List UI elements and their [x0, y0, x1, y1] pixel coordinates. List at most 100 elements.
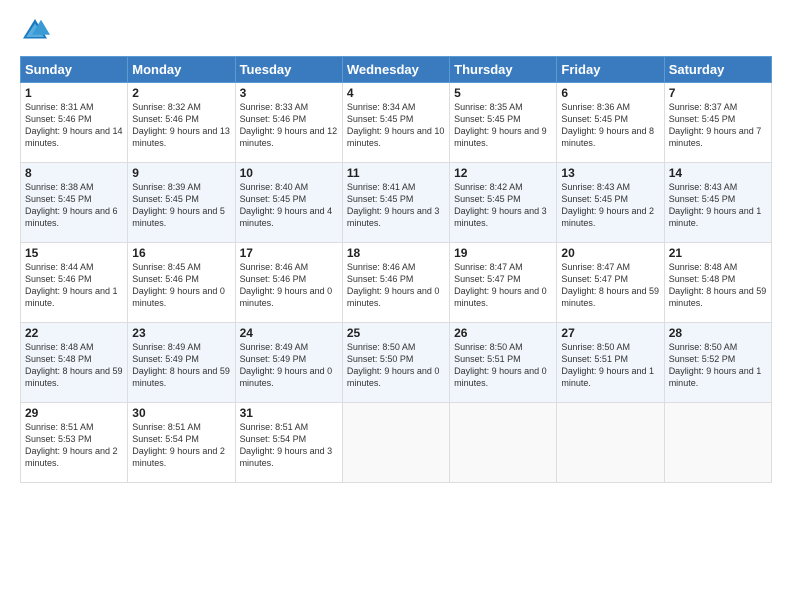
- day-number: 2: [132, 86, 230, 100]
- cell-info: Sunrise: 8:48 AMSunset: 5:48 PMDaylight:…: [25, 342, 123, 388]
- day-number: 17: [240, 246, 338, 260]
- day-number: 21: [669, 246, 767, 260]
- calendar-cell: 19 Sunrise: 8:47 AMSunset: 5:47 PMDaylig…: [450, 243, 557, 323]
- cell-info: Sunrise: 8:43 AMSunset: 5:45 PMDaylight:…: [561, 182, 654, 228]
- calendar-cell: 23 Sunrise: 8:49 AMSunset: 5:49 PMDaylig…: [128, 323, 235, 403]
- day-number: 24: [240, 326, 338, 340]
- day-header-saturday: Saturday: [664, 57, 771, 83]
- calendar-cell: 17 Sunrise: 8:46 AMSunset: 5:46 PMDaylig…: [235, 243, 342, 323]
- cell-info: Sunrise: 8:51 AMSunset: 5:54 PMDaylight:…: [132, 422, 225, 468]
- calendar-cell: 22 Sunrise: 8:48 AMSunset: 5:48 PMDaylig…: [21, 323, 128, 403]
- day-number: 5: [454, 86, 552, 100]
- cell-info: Sunrise: 8:51 AMSunset: 5:53 PMDaylight:…: [25, 422, 118, 468]
- day-number: 4: [347, 86, 445, 100]
- cell-info: Sunrise: 8:35 AMSunset: 5:45 PMDaylight:…: [454, 102, 547, 148]
- day-number: 29: [25, 406, 123, 420]
- cell-info: Sunrise: 8:51 AMSunset: 5:54 PMDaylight:…: [240, 422, 333, 468]
- day-number: 30: [132, 406, 230, 420]
- day-header-tuesday: Tuesday: [235, 57, 342, 83]
- calendar-cell: 8 Sunrise: 8:38 AMSunset: 5:45 PMDayligh…: [21, 163, 128, 243]
- day-number: 8: [25, 166, 123, 180]
- calendar-cell: [450, 403, 557, 483]
- calendar-cell: 24 Sunrise: 8:49 AMSunset: 5:49 PMDaylig…: [235, 323, 342, 403]
- logo-icon: [20, 16, 50, 46]
- cell-info: Sunrise: 8:48 AMSunset: 5:48 PMDaylight:…: [669, 262, 767, 308]
- calendar-cell: 29 Sunrise: 8:51 AMSunset: 5:53 PMDaylig…: [21, 403, 128, 483]
- cell-info: Sunrise: 8:49 AMSunset: 5:49 PMDaylight:…: [132, 342, 230, 388]
- calendar-cell: 3 Sunrise: 8:33 AMSunset: 5:46 PMDayligh…: [235, 83, 342, 163]
- cell-info: Sunrise: 8:46 AMSunset: 5:46 PMDaylight:…: [347, 262, 440, 308]
- header-row: SundayMondayTuesdayWednesdayThursdayFrid…: [21, 57, 772, 83]
- cell-info: Sunrise: 8:32 AMSunset: 5:46 PMDaylight:…: [132, 102, 230, 148]
- calendar-cell: [664, 403, 771, 483]
- cell-info: Sunrise: 8:40 AMSunset: 5:45 PMDaylight:…: [240, 182, 333, 228]
- calendar-cell: 13 Sunrise: 8:43 AMSunset: 5:45 PMDaylig…: [557, 163, 664, 243]
- day-number: 22: [25, 326, 123, 340]
- page: SundayMondayTuesdayWednesdayThursdayFrid…: [0, 0, 792, 495]
- calendar-week-row: 22 Sunrise: 8:48 AMSunset: 5:48 PMDaylig…: [21, 323, 772, 403]
- header: [20, 16, 772, 46]
- cell-info: Sunrise: 8:38 AMSunset: 5:45 PMDaylight:…: [25, 182, 118, 228]
- day-header-sunday: Sunday: [21, 57, 128, 83]
- day-number: 13: [561, 166, 659, 180]
- cell-info: Sunrise: 8:46 AMSunset: 5:46 PMDaylight:…: [240, 262, 333, 308]
- cell-info: Sunrise: 8:33 AMSunset: 5:46 PMDaylight:…: [240, 102, 338, 148]
- cell-info: Sunrise: 8:36 AMSunset: 5:45 PMDaylight:…: [561, 102, 654, 148]
- calendar-cell: 27 Sunrise: 8:50 AMSunset: 5:51 PMDaylig…: [557, 323, 664, 403]
- day-number: 6: [561, 86, 659, 100]
- cell-info: Sunrise: 8:45 AMSunset: 5:46 PMDaylight:…: [132, 262, 225, 308]
- day-header-monday: Monday: [128, 57, 235, 83]
- day-number: 27: [561, 326, 659, 340]
- day-number: 31: [240, 406, 338, 420]
- calendar-cell: 18 Sunrise: 8:46 AMSunset: 5:46 PMDaylig…: [342, 243, 449, 323]
- calendar-cell: 12 Sunrise: 8:42 AMSunset: 5:45 PMDaylig…: [450, 163, 557, 243]
- cell-info: Sunrise: 8:50 AMSunset: 5:50 PMDaylight:…: [347, 342, 440, 388]
- calendar-week-row: 15 Sunrise: 8:44 AMSunset: 5:46 PMDaylig…: [21, 243, 772, 323]
- cell-info: Sunrise: 8:50 AMSunset: 5:51 PMDaylight:…: [454, 342, 547, 388]
- calendar-cell: 6 Sunrise: 8:36 AMSunset: 5:45 PMDayligh…: [557, 83, 664, 163]
- day-number: 26: [454, 326, 552, 340]
- calendar-cell: 15 Sunrise: 8:44 AMSunset: 5:46 PMDaylig…: [21, 243, 128, 323]
- calendar-cell: 21 Sunrise: 8:48 AMSunset: 5:48 PMDaylig…: [664, 243, 771, 323]
- day-number: 3: [240, 86, 338, 100]
- calendar-week-row: 29 Sunrise: 8:51 AMSunset: 5:53 PMDaylig…: [21, 403, 772, 483]
- calendar-cell: 30 Sunrise: 8:51 AMSunset: 5:54 PMDaylig…: [128, 403, 235, 483]
- day-number: 28: [669, 326, 767, 340]
- day-number: 15: [25, 246, 123, 260]
- day-number: 14: [669, 166, 767, 180]
- calendar-cell: 26 Sunrise: 8:50 AMSunset: 5:51 PMDaylig…: [450, 323, 557, 403]
- cell-info: Sunrise: 8:47 AMSunset: 5:47 PMDaylight:…: [454, 262, 547, 308]
- day-number: 1: [25, 86, 123, 100]
- cell-info: Sunrise: 8:42 AMSunset: 5:45 PMDaylight:…: [454, 182, 547, 228]
- day-number: 18: [347, 246, 445, 260]
- cell-info: Sunrise: 8:50 AMSunset: 5:52 PMDaylight:…: [669, 342, 762, 388]
- calendar-cell: 2 Sunrise: 8:32 AMSunset: 5:46 PMDayligh…: [128, 83, 235, 163]
- calendar-cell: 9 Sunrise: 8:39 AMSunset: 5:45 PMDayligh…: [128, 163, 235, 243]
- cell-info: Sunrise: 8:34 AMSunset: 5:45 PMDaylight:…: [347, 102, 445, 148]
- day-number: 12: [454, 166, 552, 180]
- calendar-week-row: 8 Sunrise: 8:38 AMSunset: 5:45 PMDayligh…: [21, 163, 772, 243]
- day-number: 11: [347, 166, 445, 180]
- calendar-cell: 16 Sunrise: 8:45 AMSunset: 5:46 PMDaylig…: [128, 243, 235, 323]
- day-number: 7: [669, 86, 767, 100]
- logo: [20, 16, 54, 46]
- calendar-cell: [342, 403, 449, 483]
- day-number: 10: [240, 166, 338, 180]
- day-header-friday: Friday: [557, 57, 664, 83]
- calendar-cell: 31 Sunrise: 8:51 AMSunset: 5:54 PMDaylig…: [235, 403, 342, 483]
- calendar-cell: 20 Sunrise: 8:47 AMSunset: 5:47 PMDaylig…: [557, 243, 664, 323]
- calendar-cell: 7 Sunrise: 8:37 AMSunset: 5:45 PMDayligh…: [664, 83, 771, 163]
- cell-info: Sunrise: 8:43 AMSunset: 5:45 PMDaylight:…: [669, 182, 762, 228]
- calendar-cell: 5 Sunrise: 8:35 AMSunset: 5:45 PMDayligh…: [450, 83, 557, 163]
- day-number: 19: [454, 246, 552, 260]
- day-number: 25: [347, 326, 445, 340]
- calendar-cell: 14 Sunrise: 8:43 AMSunset: 5:45 PMDaylig…: [664, 163, 771, 243]
- day-number: 20: [561, 246, 659, 260]
- calendar-cell: 11 Sunrise: 8:41 AMSunset: 5:45 PMDaylig…: [342, 163, 449, 243]
- calendar-week-row: 1 Sunrise: 8:31 AMSunset: 5:46 PMDayligh…: [21, 83, 772, 163]
- calendar-cell: [557, 403, 664, 483]
- cell-info: Sunrise: 8:44 AMSunset: 5:46 PMDaylight:…: [25, 262, 118, 308]
- cell-info: Sunrise: 8:47 AMSunset: 5:47 PMDaylight:…: [561, 262, 659, 308]
- cell-info: Sunrise: 8:50 AMSunset: 5:51 PMDaylight:…: [561, 342, 654, 388]
- calendar-table: SundayMondayTuesdayWednesdayThursdayFrid…: [20, 56, 772, 483]
